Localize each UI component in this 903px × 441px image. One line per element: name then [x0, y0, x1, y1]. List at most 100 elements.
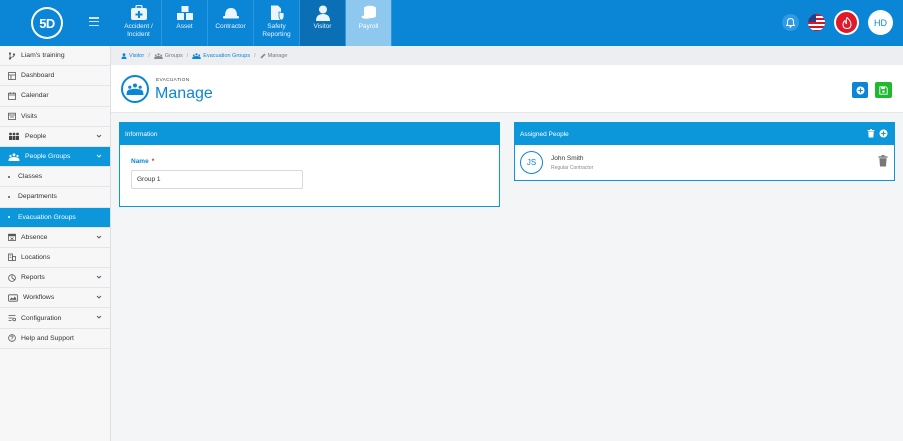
module-label: Contractor: [215, 23, 246, 30]
list-item[interactable]: JS John Smith Regular Contractor: [520, 150, 890, 176]
sidebar-item-workflows[interactable]: Workflows: [0, 288, 110, 309]
module-accident-incident[interactable]: Accident / Incident: [116, 0, 162, 46]
add-button[interactable]: [852, 82, 868, 98]
breadcrumb: Visitor / Groups / Evacuation Groups / M…: [111, 46, 903, 65]
breadcrumb-visitor[interactable]: Visitor: [121, 53, 144, 59]
module-label: Visitor: [313, 23, 332, 30]
sidebar-item-dashboard[interactable]: Dashboard: [0, 66, 110, 87]
breadcrumb-separator: /: [186, 52, 189, 59]
person-icon: [313, 4, 332, 21]
logo-text: 5D: [33, 9, 61, 37]
sidebar-item-calendar[interactable]: Calendar: [0, 86, 110, 107]
avatar: JS: [520, 151, 543, 174]
module-safety-reporting[interactable]: Safety Reporting: [254, 0, 300, 46]
sidebar-item-help-and-support[interactable]: Help and Support: [0, 329, 110, 349]
module-label: Asset: [176, 23, 193, 30]
coins-icon: [359, 4, 378, 21]
sidebar-item-locations[interactable]: Locations: [0, 248, 110, 269]
sidebar-item-label: Locations: [21, 253, 51, 261]
sidebar-item-label: Dashboard: [21, 72, 55, 80]
sidebar-item-departments[interactable]: Departments: [0, 187, 110, 208]
user-avatar[interactable]: HD: [868, 10, 893, 35]
sidebar-item-visits[interactable]: Visits: [0, 107, 110, 127]
plus-circle-icon: [856, 86, 864, 94]
bullet-icon: [8, 195, 10, 198]
sidebar-item-absence[interactable]: Absence: [0, 228, 110, 248]
module-payroll[interactable]: Payroll: [346, 0, 392, 46]
workflows-icon: [8, 294, 18, 302]
sidebar-item-label: Calendar: [21, 92, 49, 100]
module-label: Safety Reporting: [262, 23, 291, 38]
bullet-icon: [8, 216, 10, 219]
document-shield-icon: [267, 4, 286, 21]
sidebar-item-classes[interactable]: Classes: [0, 167, 110, 188]
calendar-icon: [8, 92, 16, 100]
chevron-down-icon: [96, 316, 102, 320]
sidebar-item-evacuation-groups[interactable]: Evacuation Groups: [0, 207, 110, 228]
sidebar-item-label: Help and Support: [21, 334, 74, 342]
plus-circle-icon[interactable]: [879, 129, 888, 138]
person-role: Regular Contractor: [551, 165, 594, 171]
fire-icon[interactable]: [834, 10, 859, 35]
sidebar-item-configuration[interactable]: Configuration: [0, 308, 110, 329]
configuration-icon: [8, 314, 16, 322]
locations-icon: [8, 253, 16, 262]
module-visitor[interactable]: Visitor: [300, 0, 346, 46]
first-aid-kit-icon: [129, 4, 148, 21]
sidebar-item-liams-training[interactable]: Liam's training: [0, 46, 110, 67]
module-label: Payroll: [358, 23, 379, 30]
chevron-down-icon: [96, 295, 102, 299]
trash-icon[interactable]: [878, 155, 888, 167]
sidebar-item-label: Absence: [21, 233, 48, 241]
sidebar-item-label: Visits: [21, 112, 38, 120]
breadcrumb-evacuation-groups[interactable]: Evacuation Groups: [192, 53, 250, 59]
sidebar-item-label: People: [25, 132, 47, 140]
page-title: Manage: [155, 85, 213, 102]
absence-icon: [8, 233, 16, 242]
people-group-icon: [8, 152, 20, 161]
branch-icon: [8, 51, 16, 60]
chevron-down-icon: [96, 134, 102, 138]
information-card: Information Name *: [119, 122, 500, 207]
app-logo[interactable]: 5D: [31, 7, 63, 39]
chevron-down-icon: [96, 235, 102, 239]
assigned-people-card-header: Assigned People: [515, 123, 894, 145]
pencil-icon: [260, 53, 266, 59]
page-subtitle: EVACUATION: [156, 78, 190, 83]
sidebar-item-label: Configuration: [21, 314, 62, 322]
breadcrumb-groups[interactable]: Groups: [153, 53, 183, 59]
breadcrumb-separator: /: [254, 52, 256, 59]
sidebar-item-people-groups[interactable]: People Groups: [0, 146, 110, 168]
sidebar-item-reports[interactable]: Reports: [0, 268, 110, 289]
save-button[interactable]: [875, 82, 892, 98]
dashboard-icon: [8, 71, 16, 80]
save-icon: [879, 85, 888, 95]
sidebar-item-label: Liam's training: [21, 52, 65, 60]
name-field-label: Name *: [131, 158, 155, 165]
name-input[interactable]: [131, 170, 303, 189]
sidebar-item-label: Evacuation Groups: [18, 213, 76, 221]
menu-toggle-icon[interactable]: [89, 17, 99, 26]
sidebar-item-label: Classes: [18, 173, 43, 181]
assigned-people-actions: [867, 129, 888, 138]
bell-icon[interactable]: [782, 14, 799, 31]
assigned-people-title: Assigned People: [520, 130, 569, 138]
visits-icon: [8, 112, 16, 121]
person-icon: [121, 52, 127, 59]
sidebar: Liam's training Dashboard Calendar Visit…: [0, 46, 111, 441]
module-tabs: Accident / Incident Asset Contractor Saf…: [116, 0, 392, 46]
bullet-icon: [8, 175, 10, 178]
module-asset[interactable]: Asset: [162, 0, 208, 46]
chevron-down-icon: [96, 275, 102, 279]
us-flag-icon[interactable]: [808, 14, 825, 31]
chevron-down-icon: [96, 154, 102, 158]
people-icon: [8, 132, 20, 141]
reports-icon: [8, 273, 16, 282]
breadcrumb-manage: Manage: [260, 53, 288, 59]
module-contractor[interactable]: Contractor: [208, 0, 254, 46]
breadcrumb-separator: /: [148, 52, 150, 59]
trash-icon[interactable]: [867, 129, 875, 138]
sidebar-item-label: People Groups: [25, 153, 71, 161]
sidebar-item-people[interactable]: People: [0, 127, 110, 147]
people-group-icon: [192, 52, 202, 59]
